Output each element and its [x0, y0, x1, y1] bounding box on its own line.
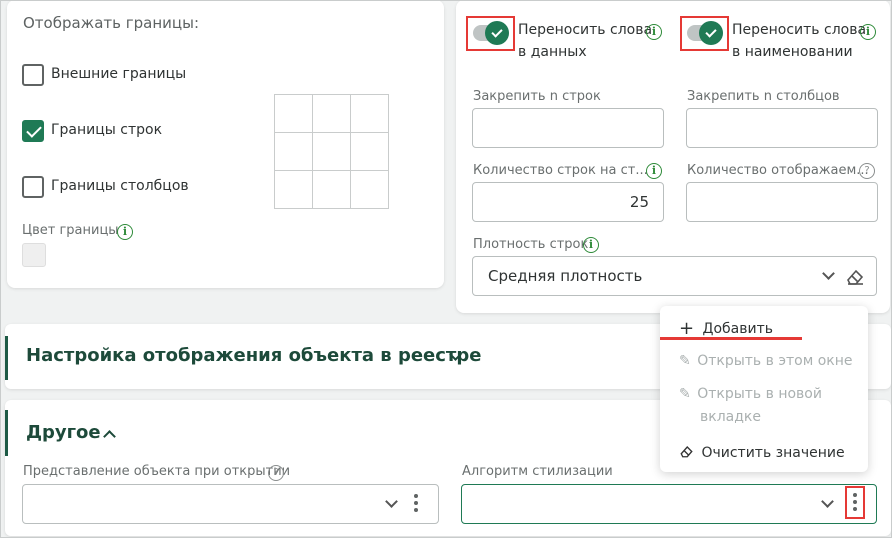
style-algo-label: Алгоритм стилизации — [462, 464, 613, 479]
pin-cols-label: Закрепить n столбцов — [687, 89, 840, 104]
density-chevron-down-icon[interactable] — [822, 267, 835, 280]
open-view-more-icon[interactable] — [414, 494, 418, 515]
open-view-label: Представление объекта при открытии — [23, 464, 291, 479]
pin-cols-input[interactable] — [686, 108, 878, 148]
rows-count-input[interactable]: 25 — [472, 182, 664, 222]
wrap-data-label-2: в данных — [518, 44, 587, 60]
outer-borders-checkbox[interactable] — [22, 64, 44, 86]
wrap-names-toggle[interactable] — [684, 20, 728, 48]
density-value: Средняя плотность — [488, 267, 643, 285]
rows-count-value: 25 — [629, 193, 649, 211]
menu-item-open-new-tab-label-2: вкладке — [700, 409, 761, 425]
pencil-icon: ✎ — [679, 386, 691, 402]
menu-item-open-here[interactable]: ✎ Открыть в этом окне — [679, 353, 853, 369]
row-borders-label: Границы строк — [51, 122, 163, 138]
shown-count-label: Количество отображаем... — [687, 163, 869, 178]
other-section-title[interactable]: Другое — [26, 422, 101, 443]
menu-item-clear[interactable]: Очистить значение — [679, 442, 845, 461]
menu-item-open-new-tab-label-1: Открыть в новой — [697, 386, 822, 402]
plus-icon: + — [679, 318, 695, 339]
wrap-data-toggle[interactable] — [470, 20, 514, 48]
style-algo-more-icon[interactable] — [853, 493, 857, 514]
menu-add-underline — [660, 337, 802, 340]
menu-item-open-here-label: Открыть в этом окне — [697, 353, 853, 369]
style-algo-select[interactable] — [461, 484, 877, 524]
wrap-names-label-2: в наименовании — [732, 44, 853, 60]
open-view-select[interactable] — [22, 484, 439, 524]
wrap-data-info-icon[interactable]: i — [646, 24, 662, 40]
border-color-info-icon[interactable]: i — [117, 224, 133, 240]
shown-count-input[interactable] — [686, 182, 878, 222]
column-borders-checkbox[interactable] — [22, 176, 44, 198]
wrap-names-label-1: Переносить слова — [732, 22, 867, 38]
wrap-data-label-1: Переносить слова — [518, 22, 653, 38]
density-info-icon[interactable]: i — [583, 237, 599, 253]
display-section-title[interactable]: Настройка отображения объекта в реестре — [26, 345, 481, 366]
density-eraser-icon[interactable] — [845, 267, 865, 287]
menu-item-open-new-tab[interactable]: ✎ Открыть в новой — [679, 386, 822, 402]
column-borders-label: Границы столбцов — [51, 178, 189, 194]
open-view-help-icon[interactable]: ? — [268, 465, 284, 481]
density-select[interactable]: Средняя плотность — [472, 256, 877, 296]
rows-count-label: Количество строк на ст... — [473, 163, 648, 178]
outer-borders-label: Внешние границы — [51, 66, 187, 82]
menu-item-clear-label: Очистить значение — [701, 445, 845, 461]
menu-item-add[interactable]: + Добавить — [679, 317, 774, 339]
rows-count-info-icon[interactable]: i — [646, 163, 662, 179]
border-color-swatch[interactable] — [22, 243, 46, 267]
border-color-label: Цвет границы — [22, 223, 119, 238]
display-section-bar — [5, 336, 8, 380]
pencil-icon: ✎ — [679, 353, 691, 369]
style-algo-chevron-down-icon[interactable] — [821, 495, 834, 508]
pin-rows-label: Закрепить n строк — [473, 89, 601, 104]
shown-count-help-icon[interactable]: ? — [859, 163, 875, 179]
wrap-names-info-icon[interactable]: i — [860, 24, 876, 40]
row-borders-checkbox[interactable] — [22, 120, 44, 142]
density-label: Плотность строк — [473, 237, 589, 252]
other-section-bar — [5, 410, 8, 456]
open-view-chevron-down-icon[interactable] — [385, 495, 398, 508]
pin-rows-input[interactable] — [472, 108, 664, 148]
border-preview-grid — [274, 94, 389, 209]
borders-title: Отображать границы: — [23, 14, 199, 32]
menu-item-add-label: Добавить — [702, 321, 774, 337]
eraser-icon — [680, 446, 693, 458]
